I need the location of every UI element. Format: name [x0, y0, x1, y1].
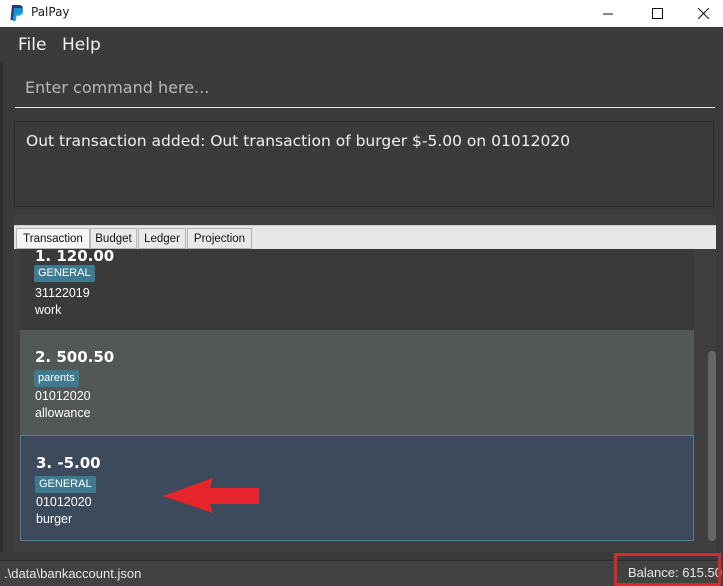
transaction-tag: GENERAL [35, 476, 96, 493]
scrollbar-thumb[interactable] [708, 351, 716, 541]
minimize-button[interactable] [585, 0, 631, 27]
window-left-edge [0, 62, 3, 552]
window-title: PalPay [31, 5, 70, 19]
command-box [15, 70, 715, 108]
transaction-card[interactable]: 2. 500.50 parents 01012020 allowance [20, 330, 694, 435]
close-icon [697, 8, 709, 19]
tab-ledger[interactable]: Ledger [138, 228, 186, 249]
menu-file[interactable]: File [18, 35, 46, 55]
transaction-date: 01012020 [35, 389, 91, 403]
tab-bar: Transaction Budget Ledger Projection [14, 225, 716, 250]
transaction-description: burger [36, 512, 73, 526]
maximize-icon [651, 8, 663, 19]
transaction-description: work [35, 303, 62, 317]
window-titlebar: PalPay [0, 0, 723, 27]
transaction-card-selected[interactable]: 3. -5.00 GENERAL 01012020 burger [20, 435, 694, 541]
list-scrollbar[interactable] [708, 253, 716, 543]
red-arrow-left-icon [163, 478, 259, 513]
transaction-date: 31122019 [35, 286, 90, 300]
tab-budget[interactable]: Budget [90, 228, 137, 249]
minimize-icon [602, 13, 613, 15]
app-logo-icon [10, 5, 24, 21]
transaction-card[interactable]: 1. 120.00 GENERAL 31122019 work [20, 249, 694, 330]
result-display: Out transaction added: Out transaction o… [14, 121, 714, 207]
close-button[interactable] [680, 0, 723, 27]
menu-bar: File Help [0, 27, 723, 62]
transaction-tag: GENERAL [34, 265, 95, 282]
transaction-index-amount: 1. 120.00 [35, 249, 115, 265]
balance-highlight-box [614, 553, 721, 586]
transaction-tag: parents [34, 370, 79, 387]
menu-help[interactable]: Help [62, 35, 101, 55]
result-message: Out transaction added: Out transaction o… [26, 132, 571, 150]
transaction-description: allowance [35, 406, 91, 420]
transaction-list[interactable]: 1. 120.00 GENERAL 31122019 work 2. 500.5… [14, 249, 716, 545]
transaction-index-amount: 3. -5.00 [36, 454, 101, 472]
tab-transaction[interactable]: Transaction [16, 228, 90, 249]
command-input[interactable] [25, 78, 705, 97]
transaction-index-amount: 2. 500.50 [35, 348, 115, 366]
transaction-date: 01012020 [36, 495, 92, 509]
maximize-button[interactable] [634, 0, 680, 27]
tab-projection[interactable]: Projection [187, 228, 252, 249]
status-file-path: .\data\bankaccount.json [4, 566, 142, 581]
